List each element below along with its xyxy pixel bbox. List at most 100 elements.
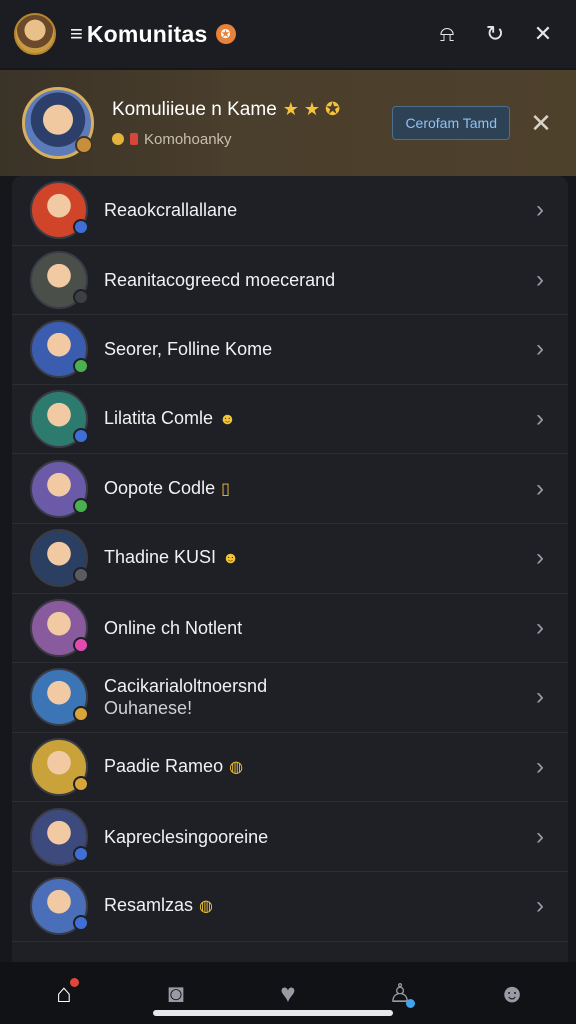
page-title: Komunitas [86,20,208,47]
list-item-title: Online ch Notlent [104,617,243,638]
list-item[interactable]: Oopote Codle ▯ › [12,454,568,524]
avatar[interactable] [30,459,89,518]
avatar[interactable] [30,320,89,379]
list-item-label: Reanitacogreecd moecerand [104,269,530,291]
list-item[interactable]: Kapreclesingooreine › [12,802,568,872]
banner-title: Komuliieue n Kame [112,98,277,120]
chevron-right-icon[interactable]: › [530,823,550,851]
emoji-icon: ◍ [229,759,244,777]
list-item[interactable]: Thadine KUSI ☻ › [12,524,568,594]
status-indicator [73,428,89,445]
avatar[interactable] [30,668,89,727]
avatar[interactable] [30,598,89,657]
list-item-label: Cacikarialoltnoersnd Ouhanese! [104,675,530,719]
chevron-right-icon[interactable]: › [530,196,550,224]
status-indicator [73,636,89,653]
star-icon: ★ ★ ✪ [282,99,341,119]
list-item-label: Resamlzas ◍ [104,894,530,918]
title-area: ≡ Komunitas ✪ [70,21,434,48]
close-icon[interactable]: ✕ [530,21,556,47]
banner-action-button[interactable]: Cerofam Tamd [392,106,510,140]
list-item-title: Lilatita Comle [104,408,214,429]
avatar[interactable] [30,250,89,309]
bell-icon[interactable]: ⍾ [434,21,460,47]
list-item[interactable]: Resamlzas ◍ › [12,872,568,942]
chevron-right-icon[interactable]: › [530,753,550,781]
avatar[interactable] [30,807,89,866]
community-banner: Komuliieue n Kame ★ ★ ✪ Komohoanky Cerof… [0,70,576,176]
profile-icon[interactable]: ♙ [383,976,417,1010]
emoji-icon: ☻ [219,411,236,429]
status-indicator [73,776,89,793]
chevron-right-icon[interactable]: › [530,614,550,642]
refresh-icon[interactable]: ↻ [482,21,508,47]
list-item-title: Thadine KUSI [104,547,217,568]
list-item-title: Resamlzas [104,895,194,916]
avatar-icon[interactable]: ☻ [495,976,529,1010]
heart-icon-glyph: ♥ [280,977,296,1008]
avatar[interactable] [30,390,89,449]
emoji-icon: ◍ [199,898,213,916]
banner-subtitle: Komohoanky [144,130,232,148]
camera-icon[interactable]: ◙ [159,976,193,1010]
list-item-label: Paadie Rameo ◍ [104,755,530,779]
list-item-label: Kapreclesingooreine [104,826,530,848]
heart-icon[interactable]: ♥ [271,976,305,1010]
list-item-title: Paadie Rameo [104,756,224,777]
notification-dot [70,978,79,987]
emoji-icon: ▯ [221,480,230,498]
banner-subtitle-row: Komohoanky [112,131,392,148]
home-icon[interactable]: ⌂ [47,976,81,1010]
status-indicator [73,845,89,862]
list-item-title: Oopote Codle [104,477,216,498]
status-indicator [73,358,89,375]
chevron-right-icon[interactable]: › [530,683,550,711]
status-indicator [73,219,89,236]
list-item-title: Cacikarialoltnoersnd [104,676,268,697]
list-item[interactable]: Lilatita Comle ☻ › [12,385,568,455]
list-item-title: Reanitacogreecd moecerand [104,269,336,290]
avatar[interactable] [30,738,89,797]
status-indicator [73,915,89,932]
flag-icon [130,133,138,145]
list-item-title: Kapreclesingooreine [104,826,269,847]
chevron-right-icon[interactable]: › [530,544,550,572]
list-item[interactable]: Seorer, Folline Kome › [12,315,568,385]
app-avatar[interactable] [14,13,56,55]
list-item[interactable]: Online ch Notlent › [12,594,568,664]
banner-avatar[interactable] [22,87,94,159]
emoji-icon: ☻ [222,550,239,568]
coin-icon [112,133,124,145]
chevron-right-icon[interactable]: › [530,335,550,363]
top-bar: ≡ Komunitas ✪ ⍾ ↻ ✕ [0,0,576,68]
banner-avatar-badge [75,136,93,154]
list-item-title: Reaokcrallallane [104,200,238,221]
top-actions: ⍾ ↻ ✕ [434,21,556,47]
list-item[interactable]: Reanitacogreecd moecerand › [12,246,568,316]
avatar[interactable] [30,181,89,240]
notification-dot [406,999,415,1008]
avatar[interactable] [30,529,89,588]
banner-title-row: Komuliieue n Kame ★ ★ ✪ [112,99,392,121]
list-item-label: Lilatita Comle ☻ [104,407,530,431]
menu-icon[interactable]: ≡ [70,21,83,47]
banner-close-icon[interactable]: ✕ [528,108,554,139]
chevron-right-icon[interactable]: › [530,892,550,920]
avatar[interactable] [30,877,89,936]
list-item-label: Reaokcrallallane [104,199,530,221]
status-indicator [73,288,89,305]
community-list: Reaokcrallallane › Reanitacogreecd moecera… [12,176,568,962]
status-indicator [73,567,89,584]
list-item-label: Thadine KUSI ☻ [104,546,530,570]
home-indicator [153,1010,393,1016]
camera-icon-glyph: ◙ [168,977,184,1008]
status-indicator [73,706,89,723]
chevron-right-icon[interactable]: › [530,266,550,294]
list-item-label: Online ch Notlent [104,617,530,639]
chevron-right-icon[interactable]: › [530,475,550,503]
title-badge-icon: ✪ [215,24,236,44]
list-item[interactable]: Reaokcrallallane › [12,176,568,246]
list-item[interactable]: Cacikarialoltnoersnd Ouhanese! › [12,663,568,733]
chevron-right-icon[interactable]: › [530,405,550,433]
list-item[interactable]: Paadie Rameo ◍ › [12,733,568,803]
